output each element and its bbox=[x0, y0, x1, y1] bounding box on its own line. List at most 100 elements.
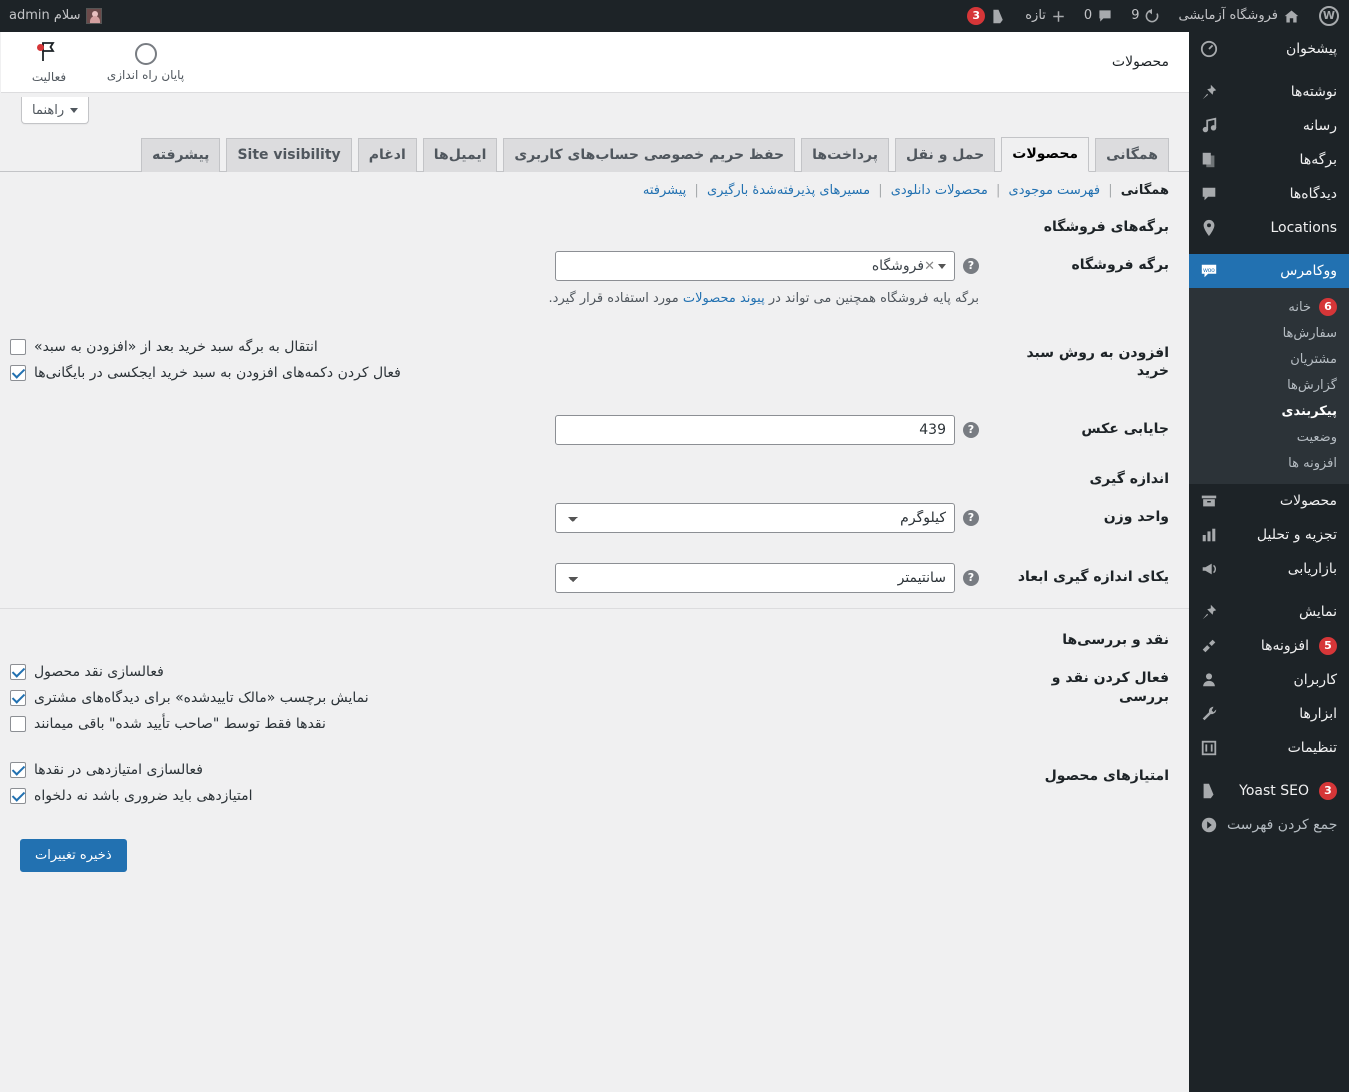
subnav-item-general[interactable]: همگانی bbox=[1121, 183, 1169, 198]
enable-star-rating-label[interactable]: فعالسازی امتیازدهی در نقدها bbox=[34, 762, 203, 778]
tab-accounts-privacy[interactable]: حفظ حریم خصوصی حساب‌های کاربری bbox=[503, 138, 796, 172]
help-toggle-button[interactable]: راهنما bbox=[21, 97, 90, 124]
shop-pages-table: برگه‌های فروشگاه برگه فروشگاه ✕ فرو bbox=[0, 198, 1189, 460]
product-ratings-label: امتیازهای محصول bbox=[1044, 768, 1169, 785]
woocommerce-task-bar: محصولات فعالیت پایان راه اندازی bbox=[0, 32, 1189, 93]
activity-panel-button[interactable]: فعالیت bbox=[0, 32, 97, 93]
finish-setup-button[interactable]: پایان راه اندازی bbox=[97, 32, 194, 93]
menu-separator bbox=[1189, 66, 1349, 75]
verified-owners-only-label[interactable]: نقدها فقط توسط "صاحب تأیید شده" باقی میم… bbox=[34, 716, 326, 732]
sidebar-item-appearance[interactable]: نمایش bbox=[1189, 595, 1349, 629]
permalinks-link[interactable]: پیوند محصولات bbox=[683, 291, 765, 306]
yoast-seo-menu[interactable]: 3 bbox=[958, 0, 1016, 32]
sidebar-label: پیشخوان bbox=[1285, 41, 1337, 57]
verified-owner-label-text[interactable]: نمایش برچسب «مالک تاییدشده» برای دیدگاه‌… bbox=[34, 690, 369, 706]
verified-owners-only-checkbox[interactable] bbox=[10, 716, 26, 733]
submenu-item-extensions[interactable]: افزونه ها bbox=[1189, 450, 1349, 476]
submenu-item-reports[interactable]: گزارش‌ها bbox=[1189, 372, 1349, 398]
sidebar-item-tools[interactable]: ابزارها bbox=[1189, 697, 1349, 731]
tab-site-visibility[interactable]: Site visibility bbox=[226, 138, 352, 172]
menu-separator bbox=[1189, 586, 1349, 595]
redirect-to-cart-label[interactable]: انتقال به برگه سبد خرید بعد از «افزودن ب… bbox=[34, 339, 318, 355]
comments-menu[interactable]: 0 bbox=[1075, 0, 1122, 32]
question-mark-icon[interactable]: ? bbox=[963, 570, 979, 587]
subnav-item-downloadable-products[interactable]: محصولات دانلودی bbox=[891, 183, 988, 198]
sidebar-item-woocommerce[interactable]: woo ووکامرس bbox=[1189, 254, 1349, 288]
progress-ring-icon bbox=[134, 43, 157, 65]
collapse-menu-button[interactable]: جمع کردن فهرست bbox=[1189, 808, 1349, 842]
sidebar-item-media[interactable]: رسانه bbox=[1189, 109, 1349, 143]
ajax-add-to-cart-checkbox[interactable] bbox=[10, 364, 26, 381]
wordpress-logo-glyph bbox=[1319, 6, 1339, 26]
sidebar-item-dashboard[interactable]: پیشخوان bbox=[1189, 32, 1349, 66]
tab-payments[interactable]: پرداخت‌ها bbox=[801, 138, 889, 172]
appearance-brush-icon bbox=[1199, 602, 1219, 622]
sidebar-label: Locations bbox=[1270, 220, 1337, 236]
subnav-divider: | bbox=[694, 183, 699, 198]
sidebar-item-posts[interactable]: نوشته‌ها bbox=[1189, 75, 1349, 109]
save-changes-button[interactable]: ذخیره تغییرات bbox=[20, 839, 127, 873]
new-label: تازه bbox=[1025, 8, 1046, 23]
verified-owner-label-checkbox[interactable] bbox=[10, 690, 26, 707]
admin-sidebar-menu: پیشخوان نوشته‌ها رسانه برگه‌ها دیدگاه bbox=[1189, 32, 1349, 1092]
clear-x-icon[interactable]: ✕ bbox=[924, 259, 935, 274]
question-mark-icon[interactable]: ? bbox=[963, 258, 979, 275]
submenu-item-orders[interactable]: سفارش‌ها bbox=[1189, 320, 1349, 346]
sidebar-item-marketing[interactable]: بازاریابی bbox=[1189, 552, 1349, 586]
sidebar-item-users[interactable]: کاربران bbox=[1189, 663, 1349, 697]
question-mark-icon[interactable]: ? bbox=[963, 510, 979, 527]
ajax-add-to-cart-option: فعال کردن دکمه‌های افزودن به سبد خرید ای… bbox=[10, 364, 979, 381]
ratings-required-label[interactable]: امتیازدهی باید ضروری باشد نه دلخواه bbox=[34, 788, 253, 804]
tab-integration[interactable]: ادغام bbox=[357, 138, 417, 172]
tab-emails[interactable]: ایمیل‌ها bbox=[422, 138, 498, 172]
enable-product-reviews-option: فعالسازی نقد محصول bbox=[10, 664, 979, 681]
enable-star-rating-checkbox[interactable] bbox=[10, 762, 26, 779]
sidebar-item-products[interactable]: محصولات bbox=[1189, 484, 1349, 518]
sidebar-item-analytics[interactable]: تجزیه و تحلیل bbox=[1189, 518, 1349, 552]
updates-icon bbox=[1146, 8, 1159, 23]
site-name-menu[interactable]: فروشگاه آزمایشی bbox=[1169, 0, 1309, 32]
shop-page-select[interactable]: ✕ فروشگاه bbox=[555, 251, 955, 282]
plugin-plug-icon bbox=[1199, 636, 1219, 656]
submenu-item-home[interactable]: خانه 6 bbox=[1189, 294, 1349, 320]
chevron-down-icon[interactable] bbox=[938, 263, 946, 269]
sidebar-label: ابزارها bbox=[1299, 706, 1337, 722]
redirect-to-cart-checkbox[interactable] bbox=[10, 338, 26, 355]
ajax-add-to-cart-label[interactable]: فعال کردن دکمه‌های افزودن به سبد خرید ای… bbox=[34, 365, 401, 381]
tab-products[interactable]: محصولات bbox=[1001, 137, 1090, 172]
subnav-item-inventory[interactable]: فهرست موجودی bbox=[1009, 183, 1101, 198]
weight-unit-select[interactable]: کیلوگرم bbox=[555, 503, 955, 534]
sidebar-item-yoast-seo[interactable]: Yoast SEO 3 bbox=[1189, 774, 1349, 808]
wordpress-logo-icon[interactable] bbox=[1309, 0, 1349, 32]
sidebar-item-pages[interactable]: برگه‌ها bbox=[1189, 143, 1349, 177]
enable-product-reviews-checkbox[interactable] bbox=[10, 664, 26, 681]
enable-product-reviews-label[interactable]: فعالسازی نقد محصول bbox=[34, 664, 164, 680]
select-control-icons: ✕ bbox=[924, 259, 946, 274]
submenu-item-settings[interactable]: پیکربندی bbox=[1189, 398, 1349, 424]
updates-menu[interactable]: 9 bbox=[1122, 0, 1169, 32]
location-pin-icon bbox=[1199, 218, 1219, 238]
placeholder-image-input[interactable] bbox=[555, 415, 955, 446]
sidebar-item-locations[interactable]: Locations bbox=[1189, 211, 1349, 245]
tab-general[interactable]: همگانی bbox=[1095, 138, 1169, 172]
dimension-unit-field: سانتیمتر ? bbox=[10, 563, 979, 594]
sidebar-item-comments[interactable]: دیدگاه‌ها bbox=[1189, 177, 1349, 211]
question-mark-icon[interactable]: ? bbox=[963, 422, 979, 439]
tab-advanced[interactable]: پیشرفته bbox=[141, 138, 221, 172]
submenu-item-customers[interactable]: مشتریان bbox=[1189, 346, 1349, 372]
sidebar-label: بازاریابی bbox=[1287, 561, 1337, 577]
media-icon bbox=[1199, 116, 1219, 136]
my-account-menu[interactable]: سلام admin bbox=[0, 0, 111, 32]
subnav-item-advanced[interactable]: پیشرفته bbox=[643, 183, 686, 198]
new-content-menu[interactable]: تازه bbox=[1016, 0, 1075, 32]
subnav-item-accepted-download-paths[interactable]: مسیرهای پذیرفته‌شدهٔ بارگیری bbox=[707, 183, 870, 198]
admin-bar-left-group: سلام admin bbox=[0, 0, 111, 32]
tab-shipping[interactable]: حمل و نقل bbox=[894, 138, 996, 172]
yoast-seo-icon bbox=[993, 9, 1003, 23]
dimension-unit-select[interactable]: سانتیمتر bbox=[555, 563, 955, 594]
ratings-required-checkbox[interactable] bbox=[10, 788, 26, 805]
sidebar-item-plugins[interactable]: افزونه‌ها 5 bbox=[1189, 629, 1349, 663]
submenu-item-status[interactable]: وضعیت bbox=[1189, 424, 1349, 450]
sidebar-item-settings[interactable]: تنظیمات bbox=[1189, 731, 1349, 765]
verified-owner-label-option: نمایش برچسب «مالک تاییدشده» برای دیدگاه‌… bbox=[10, 690, 979, 707]
